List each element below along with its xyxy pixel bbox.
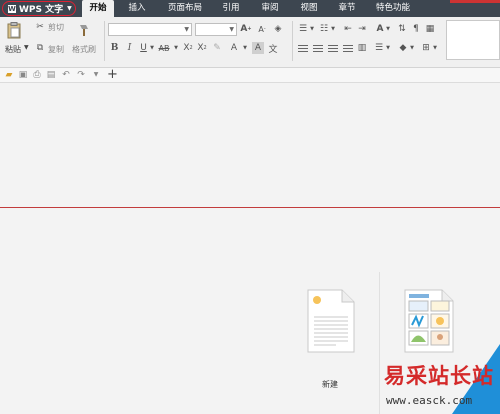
- chevron-down-icon[interactable]: ▼: [385, 42, 391, 54]
- ribbon-separator: [292, 21, 293, 61]
- template-document-icon: [404, 289, 454, 353]
- char-shading-icon[interactable]: A: [252, 42, 264, 54]
- fill-color-icon[interactable]: ◆: [397, 42, 409, 54]
- print-preview-icon[interactable]: ▤: [46, 70, 56, 80]
- clear-format-icon[interactable]: ◈: [272, 23, 284, 35]
- chevron-down-icon[interactable]: ▼: [409, 42, 415, 54]
- blank-document-icon: [307, 289, 355, 353]
- watermark-url: www.easck.com: [386, 394, 473, 407]
- ribbon-separator: [104, 21, 105, 61]
- wps-logo-icon: W: [8, 4, 16, 13]
- menu-bar: W WPS 文字 ▼ 开始 插入 页面布局 引用 审阅 视图 章节 特色功能: [0, 0, 500, 17]
- format-painter-label: 格式刷: [72, 45, 96, 54]
- tab-insert[interactable]: 插入: [122, 0, 152, 17]
- tab-chapter[interactable]: 章节: [332, 0, 362, 17]
- justify-icon[interactable]: [342, 42, 354, 54]
- superscript-icon[interactable]: X2: [182, 42, 194, 54]
- menu-bar-accent: [450, 0, 500, 3]
- shading-grid-icon[interactable]: ▦: [424, 23, 436, 35]
- template-document-card[interactable]: [404, 289, 454, 356]
- grow-font-icon[interactable]: A +: [240, 23, 252, 35]
- align-left-icon[interactable]: [297, 42, 309, 54]
- bullet-list-icon[interactable]: ☰: [297, 23, 309, 35]
- shrink-font-icon[interactable]: A-: [256, 23, 268, 35]
- document-area: [0, 83, 500, 207]
- font-size-combo[interactable]: ▼: [195, 23, 237, 36]
- undo-icon[interactable]: ↶: [61, 70, 71, 80]
- highlight-icon[interactable]: ✎: [211, 42, 223, 54]
- chevron-down-icon[interactable]: ▼: [91, 70, 101, 80]
- format-painter-button[interactable]: [76, 22, 92, 38]
- decrease-indent-icon[interactable]: ⇤: [342, 23, 354, 35]
- new-document-label[interactable]: 新建: [322, 379, 338, 390]
- chevron-down-icon: ▼: [184, 26, 189, 33]
- align-right-icon[interactable]: [327, 42, 339, 54]
- chevron-down-icon[interactable]: ▼: [149, 42, 155, 54]
- border-icon[interactable]: ⊞: [420, 42, 432, 54]
- increase-indent-icon[interactable]: ⇥: [356, 23, 368, 35]
- styles-gallery[interactable]: [446, 20, 500, 60]
- watermark-text: 易采站长站: [384, 363, 494, 388]
- new-document-card[interactable]: [306, 289, 356, 356]
- template-divider: [379, 272, 380, 414]
- chevron-down-icon[interactable]: ▼: [173, 42, 179, 54]
- strikethrough-icon[interactable]: AB: [157, 42, 171, 54]
- paste-label: 粘贴: [5, 45, 21, 54]
- numbered-list-icon[interactable]: ☷: [318, 23, 330, 35]
- copy-icon[interactable]: ⧉: [35, 43, 45, 53]
- line-spacing-icon[interactable]: ☰: [373, 42, 385, 54]
- quick-access-toolbar: ▰ ▣ ⎙ ▤ ↶ ↷ ▼ +: [0, 68, 500, 83]
- tab-page-layout[interactable]: 页面布局: [162, 0, 208, 17]
- tab-review[interactable]: 审阅: [255, 0, 285, 17]
- copy-label[interactable]: 复制: [48, 44, 64, 55]
- save-icon[interactable]: ▣: [18, 70, 28, 80]
- tab-home[interactable]: 开始: [82, 0, 114, 17]
- paste-button[interactable]: [6, 21, 22, 39]
- chevron-down-icon[interactable]: ▼: [309, 23, 315, 35]
- tab-references[interactable]: 引用: [217, 0, 245, 17]
- font-name-combo[interactable]: ▼: [108, 23, 192, 36]
- font-color-icon[interactable]: A: [228, 42, 240, 54]
- tab-special-features[interactable]: 特色功能: [370, 0, 416, 17]
- chevron-down-icon: ▼: [67, 5, 72, 12]
- cut-label[interactable]: 剪切: [48, 22, 64, 33]
- app-menu-label: WPS 文字: [19, 5, 64, 15]
- print-icon[interactable]: ⎙: [32, 70, 42, 80]
- distributed-align-icon[interactable]: ▥: [356, 42, 368, 54]
- brush-icon: [80, 25, 88, 36]
- tab-view[interactable]: 视图: [294, 0, 324, 17]
- sort-icon[interactable]: ⇅: [396, 23, 408, 35]
- chevron-down-icon: ▼: [229, 26, 234, 33]
- bold-icon[interactable]: B: [109, 42, 120, 54]
- italic-icon[interactable]: I: [124, 42, 135, 54]
- chevron-down-icon[interactable]: ▼: [432, 42, 438, 54]
- paste-dropdown-icon[interactable]: ▼: [24, 44, 29, 51]
- paste-icon: [7, 21, 21, 38]
- underline-icon[interactable]: U: [138, 42, 149, 54]
- chevron-down-icon[interactable]: ▼: [385, 23, 391, 35]
- chevron-down-icon[interactable]: ▼: [330, 23, 336, 35]
- phonetic-icon[interactable]: 文: [267, 42, 279, 55]
- scissors-icon[interactable]: ✂: [35, 22, 45, 32]
- open-folder-icon[interactable]: ▰: [4, 70, 14, 80]
- chevron-down-icon[interactable]: ▼: [242, 42, 248, 54]
- new-tab-plus-icon[interactable]: +: [107, 68, 118, 81]
- align-center-icon[interactable]: [312, 42, 324, 54]
- wps-app-menu-button[interactable]: W WPS 文字 ▼: [2, 1, 76, 16]
- redo-icon[interactable]: ↷: [76, 70, 86, 80]
- subscript-icon[interactable]: X2: [196, 42, 208, 54]
- show-marks-icon[interactable]: ¶: [410, 23, 422, 35]
- ribbon-home: 粘贴 ▼ ✂ 剪切 ⧉ 复制 格式刷 ▼ ▼ A + A- ◈ B I U ▼ A…: [0, 17, 500, 68]
